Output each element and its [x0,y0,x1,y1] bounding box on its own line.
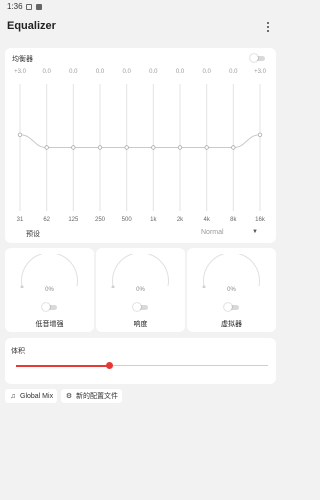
volume-slider[interactable] [16,362,268,369]
new-profile-label: 新的配置文件 [76,393,118,400]
global-mix-button[interactable]: ♫ Global Mix [5,389,58,403]
status-time: 1:36 [7,2,23,11]
loudness-card: 0% 响度 [96,248,185,332]
preset-value: Normal [201,229,224,236]
volume-fill [16,364,110,367]
band-handle[interactable] [124,145,129,150]
loudness-knob[interactable] [107,254,174,288]
band-handle[interactable] [177,145,183,150]
band-handle[interactable] [97,145,103,150]
virtualizer-toggle[interactable] [224,303,240,311]
bass-boost-value: 0% [45,287,54,293]
virtualizer-knob[interactable] [198,254,265,288]
bass-boost-label: 低音增强 [35,321,64,328]
band-handle[interactable] [257,132,263,137]
notification-icon [26,4,32,10]
band-handle[interactable] [231,145,236,150]
loudness-toggle[interactable] [133,303,149,311]
eq-curve [19,134,261,148]
bass-boost-card: 0% 低音增强 [5,248,94,332]
new-profile-button[interactable]: ⚙ 新的配置文件 [61,389,122,403]
preset-label: 预设 [26,231,40,238]
band-handle[interactable] [204,145,209,150]
status-bar: 1:36 [0,0,281,14]
equalizer-card: 均衡器 +3.0 31 0.0 62 0.0 125 0.0 250 0.0 500 0.0 1k 0.… [5,48,276,243]
page-title: Equalizer [7,20,56,32]
bass-boost-toggle[interactable] [42,303,58,311]
band-handle[interactable] [17,132,23,137]
equalizer-graph [17,84,263,211]
global-mix-label: Global Mix [20,392,54,400]
band-handle[interactable] [71,145,76,150]
virtualizer-label: 虚拟器 [221,321,242,328]
volume-title: 体积 [11,348,25,355]
band-handle[interactable] [44,145,49,150]
chevron-down-icon: ▼ [252,229,258,235]
virtualizer-value: 0% [227,287,236,293]
band-handle[interactable] [151,145,156,150]
virtualizer-card: 0% 虚拟器 [187,248,276,332]
preset-select[interactable]: Normal ▼ [201,229,261,236]
app-notification-icon [36,4,42,10]
app-bar: Equalizer [0,14,281,40]
volume-thumb[interactable] [105,362,113,369]
settings-icon: ⚙ [65,393,73,400]
music-note-icon: ♫ [10,392,16,400]
volume-card: 体积 [5,338,276,384]
bass-boost-knob[interactable] [16,254,83,288]
loudness-label: 响度 [133,321,148,328]
more-vert-icon[interactable] [266,22,270,32]
loudness-value: 0% [136,287,145,293]
